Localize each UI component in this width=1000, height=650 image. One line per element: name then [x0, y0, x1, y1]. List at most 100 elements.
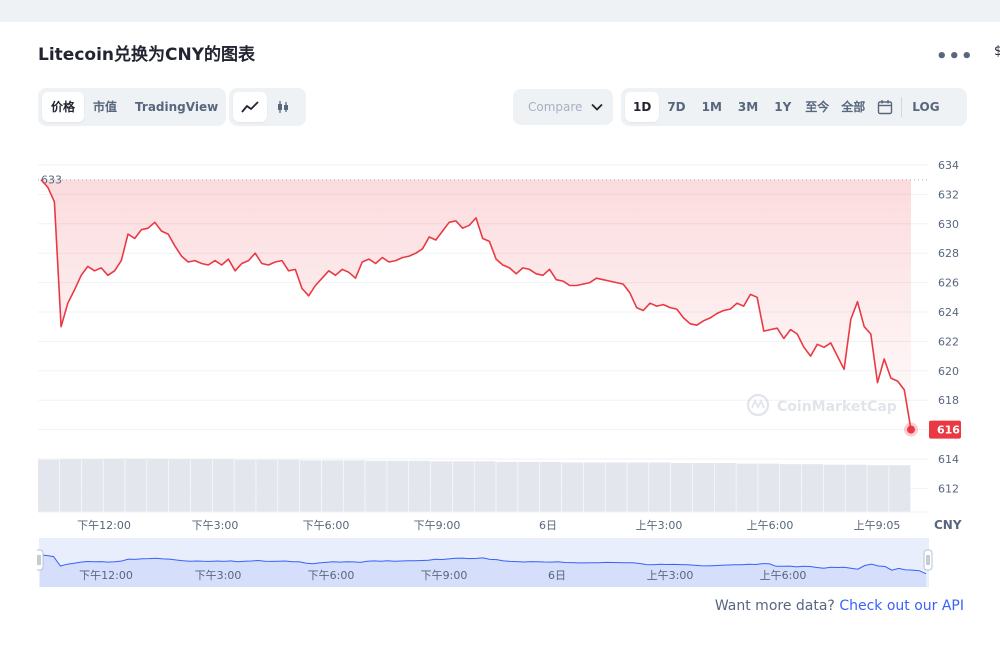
- volume-bar: [474, 461, 496, 512]
- navigator-tick-label: 6日: [548, 569, 566, 582]
- volume-bar: [823, 464, 845, 512]
- candlestick-icon[interactable]: [267, 92, 299, 122]
- x-tick-label: 下午6:00: [303, 519, 350, 532]
- range-all[interactable]: 全部: [835, 92, 871, 122]
- volume-bar: [234, 459, 256, 512]
- watermark: CoinMarketCap: [746, 393, 897, 417]
- y-tick-label: 634: [938, 159, 959, 172]
- drag-handle-icon-right: [923, 549, 933, 571]
- volume-bar: [343, 460, 365, 512]
- range-1m[interactable]: 1M: [694, 92, 730, 122]
- volume-bar: [605, 462, 627, 512]
- tab-price[interactable]: 价格: [42, 92, 85, 122]
- volume-bar: [780, 464, 802, 512]
- volume-bar: [38, 459, 60, 512]
- volume-bar: [889, 465, 911, 512]
- log-scale-toggle[interactable]: LOG: [904, 92, 947, 122]
- volume-bar: [452, 461, 474, 512]
- compare-dropdown[interactable]: Compare: [513, 89, 613, 125]
- volume-bar: [168, 459, 191, 512]
- volume-bar: [321, 460, 343, 512]
- current-price-badge-text: 616: [937, 424, 960, 437]
- range-1d[interactable]: 1D: [625, 92, 660, 122]
- volume-bar: [299, 460, 322, 512]
- volume-bar: [758, 463, 780, 512]
- range-3m[interactable]: 3M: [730, 92, 766, 122]
- chart-type-tabs: 价格 市值 TradingView: [38, 88, 226, 126]
- y-tick-label: 632: [938, 188, 959, 201]
- x-tick-label: 上午9:05: [854, 519, 901, 532]
- api-promo-text: Want more data?: [714, 598, 840, 614]
- compare-label: Compare: [528, 100, 583, 114]
- navigator-tick-label: 上午6:00: [760, 569, 807, 582]
- price-chart[interactable]: 633 CoinMarketCap 612 614 616 618 620 622 624 6…: [0, 135, 1000, 535]
- volume-bar: [409, 460, 431, 512]
- volume-bar: [256, 459, 278, 512]
- volume-bar: [714, 463, 736, 512]
- volume-bar: [387, 460, 409, 512]
- y-tick-label: 618: [938, 394, 959, 407]
- volume-bar: [670, 463, 693, 512]
- volume-bar: [496, 461, 518, 512]
- volume-bar: [190, 459, 212, 512]
- volume-bar: [212, 459, 234, 512]
- y-tick-label: 628: [938, 247, 959, 260]
- volume-bar: [125, 458, 147, 512]
- x-tick-label: 上午3:00: [636, 519, 683, 532]
- volume-bar: [539, 461, 562, 512]
- y-tick-label: 624: [938, 306, 959, 319]
- range-1y[interactable]: 1Y: [766, 92, 799, 122]
- watermark-text: CoinMarketCap: [777, 399, 897, 415]
- x-axis: 下午12:00 下午3:00 下午6:00 下午9:00 6日 上午3:00 上午6:00 上…: [77, 519, 900, 532]
- volume-bar: [147, 458, 169, 512]
- y-tick-label: 612: [938, 482, 959, 495]
- line-chart-icon[interactable]: [233, 92, 267, 122]
- y-tick-label: 614: [938, 453, 959, 466]
- x-tick-label: 上午6:00: [747, 519, 794, 532]
- navigator-tick-label: 下午9:00: [421, 569, 468, 582]
- volume-bar: [867, 465, 889, 512]
- volume-bar: [583, 462, 605, 512]
- api-promo: Want more data? Check out our API: [715, 598, 964, 614]
- open-price-label: 633: [41, 174, 62, 187]
- calendar-icon[interactable]: [871, 92, 899, 122]
- volume-bars: [38, 458, 928, 513]
- range-ytd[interactable]: 至今: [799, 92, 835, 122]
- volume-bar: [365, 460, 387, 512]
- y-tick-label: 626: [938, 277, 959, 290]
- tab-tradingview[interactable]: TradingView: [126, 92, 227, 122]
- x-tick-label: 下午3:00: [192, 519, 239, 532]
- current-price-dot: [907, 425, 915, 434]
- more-options-icon[interactable]: •••: [936, 46, 974, 67]
- volume-bar: [801, 464, 824, 512]
- api-link[interactable]: Check out our API: [839, 598, 964, 614]
- volume-bar: [736, 463, 758, 512]
- chart-style-toggle: [229, 88, 306, 126]
- volume-bar: [103, 458, 125, 512]
- chevron-down-icon: [591, 100, 603, 114]
- navigator-tick-label: 下午3:00: [195, 569, 242, 582]
- time-range-selector: 1D 7D 1M 3M 1Y 至今 全部 LOG: [621, 88, 967, 126]
- volume-bar: [561, 462, 584, 512]
- tab-market-cap[interactable]: 市值: [84, 92, 126, 122]
- volume-bar: [430, 461, 453, 512]
- y-tick-label: 622: [938, 335, 959, 348]
- range-7d[interactable]: 7D: [659, 92, 693, 122]
- chart-title: Litecoin兑换为CNY的图表: [38, 45, 256, 65]
- range-divider: [901, 97, 903, 117]
- volume-bar: [278, 459, 300, 512]
- navigator-tick-label: 上午3:00: [647, 569, 694, 582]
- y-axis: 612 614 616 618 620 622 624 626 628 630 632 634: [938, 159, 959, 495]
- volume-bar: [518, 461, 540, 512]
- x-tick-label: 下午9:00: [414, 519, 461, 532]
- x-tick-label: 6日: [539, 519, 557, 532]
- range-navigator[interactable]: 下午12:00 下午3:00 下午6:00 下午9:00 6日 上午3:00 上午6:00: [37, 536, 937, 588]
- navigator-tick-label: 下午6:00: [308, 569, 355, 582]
- volume-bar: [59, 459, 82, 512]
- volume-bar: [649, 462, 671, 512]
- navigator-tick-label: 下午12:00: [79, 569, 133, 582]
- drag-handle-icon-left: [37, 549, 44, 571]
- currency-label: CNY: [934, 518, 962, 532]
- y-tick-label: 620: [938, 365, 959, 378]
- volume-bar: [845, 464, 867, 512]
